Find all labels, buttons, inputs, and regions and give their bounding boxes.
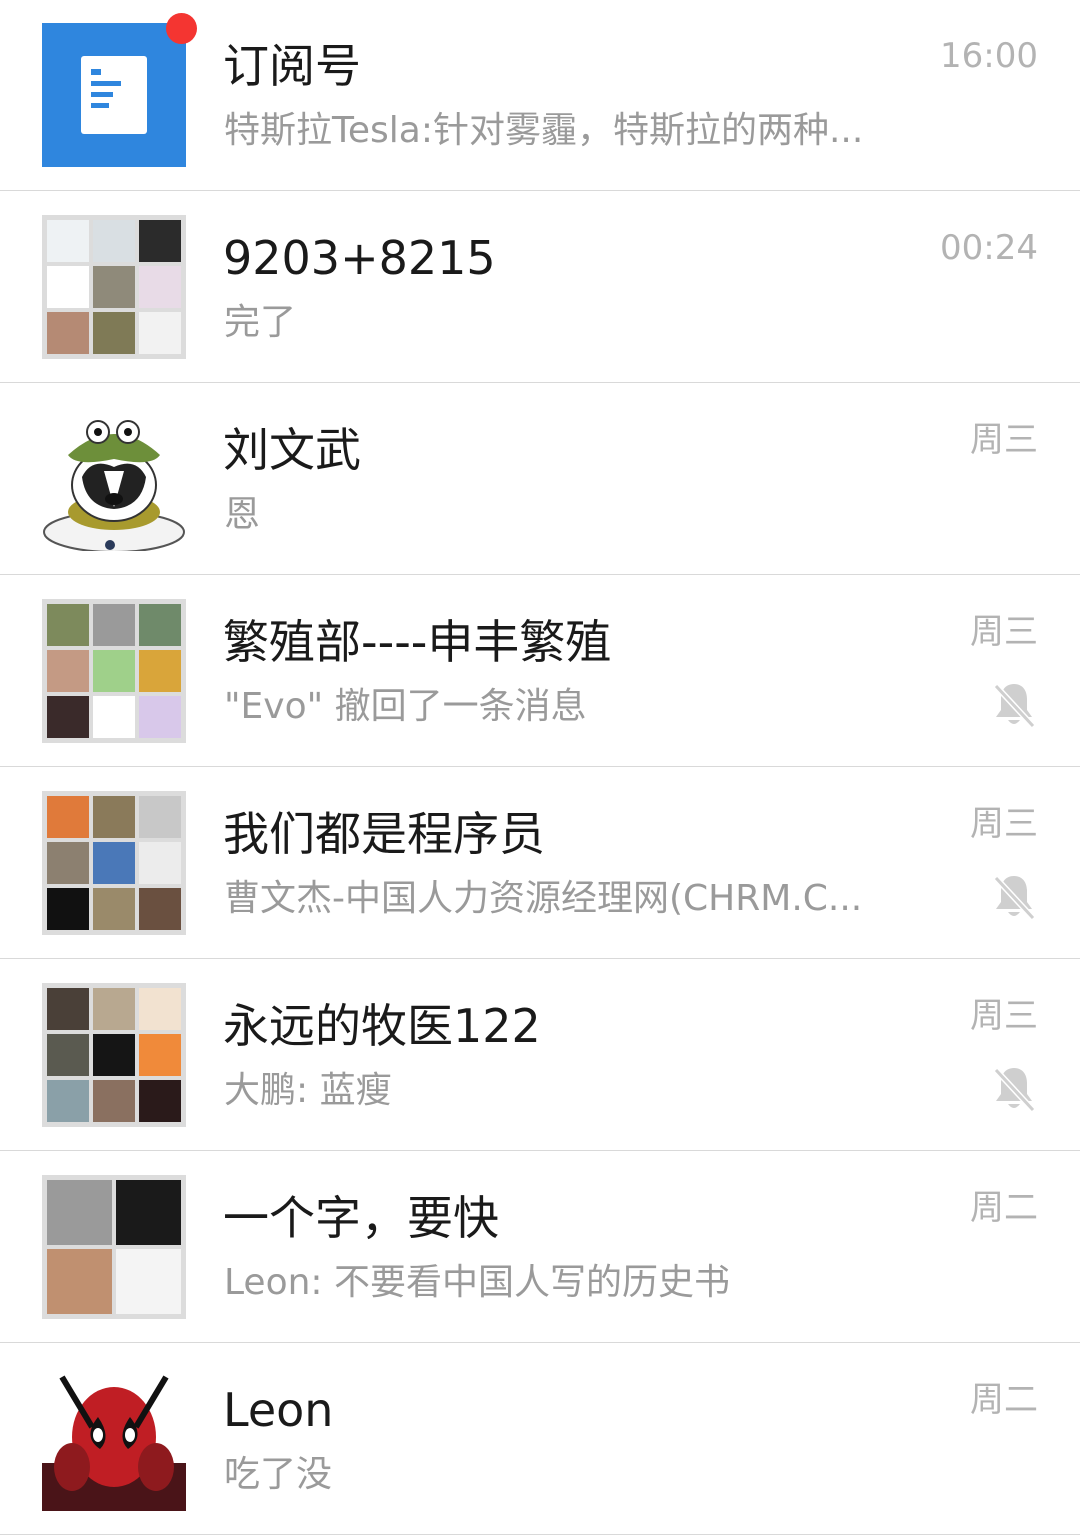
dog-with-frog-hat-avatar bbox=[43, 420, 185, 551]
member-avatar bbox=[139, 266, 181, 308]
divider bbox=[0, 766, 1080, 767]
member-avatar bbox=[47, 888, 89, 930]
member-avatar bbox=[139, 604, 181, 646]
member-avatar bbox=[93, 988, 135, 1030]
group-avatar bbox=[42, 1175, 186, 1319]
member-avatar bbox=[47, 650, 89, 692]
chat-preview: 特斯拉Tesla:针对雾霾，特斯拉的两种... bbox=[224, 110, 864, 151]
chat-preview: 大鹏: 蓝瘦 bbox=[224, 1070, 392, 1111]
chat-row-group[interactable]: 我们都是程序员 曹文杰-中国人力资源经理网(CHRM.C... 周三 bbox=[0, 768, 1080, 959]
avatar bbox=[42, 407, 186, 551]
unread-badge bbox=[166, 13, 197, 44]
group-avatar bbox=[42, 215, 186, 359]
chat-row-group[interactable]: 永远的牧医122 大鹏: 蓝瘦 周三 bbox=[0, 960, 1080, 1151]
chat-row-group[interactable]: 一个字，要快 Leon: 不要看中国人写的历史书 周二 bbox=[0, 1152, 1080, 1343]
chat-preview: 吃了没 bbox=[224, 1454, 333, 1495]
chat-preview: 完了 bbox=[224, 302, 297, 343]
chat-time: 16:00 bbox=[940, 36, 1038, 76]
divider bbox=[0, 190, 1080, 191]
member-avatar bbox=[116, 1249, 181, 1314]
chat-preview: "Evo" 撤回了一条消息 bbox=[224, 686, 587, 727]
muted-bell-icon bbox=[993, 875, 1036, 921]
chat-preview: 恩 bbox=[224, 494, 261, 535]
member-avatar bbox=[139, 650, 181, 692]
chat-name: 一个字，要快 bbox=[223, 1191, 499, 1245]
chat-preview: Leon: 不要看中国人写的历史书 bbox=[224, 1262, 730, 1303]
divider bbox=[0, 1534, 1080, 1535]
member-avatar bbox=[139, 796, 181, 838]
member-avatar bbox=[93, 266, 135, 308]
member-avatar bbox=[47, 1080, 89, 1122]
chat-name: Leon bbox=[223, 1383, 334, 1437]
divider bbox=[0, 1150, 1080, 1151]
member-avatar bbox=[116, 1180, 181, 1245]
divider bbox=[0, 382, 1080, 383]
member-avatar bbox=[47, 1249, 112, 1314]
member-avatar bbox=[93, 842, 135, 884]
chat-row-contact[interactable]: 刘文武 恩 周三 bbox=[0, 384, 1080, 575]
member-avatar bbox=[93, 220, 135, 262]
chat-row-contact[interactable]: Leon 吃了没 周二 bbox=[0, 1344, 1080, 1535]
chat-list: 订阅号 特斯拉Tesla:针对雾霾，特斯拉的两种... 16:00 9203+8… bbox=[0, 0, 1080, 1538]
group-avatar bbox=[42, 791, 186, 935]
member-avatar bbox=[93, 312, 135, 354]
member-avatar bbox=[139, 842, 181, 884]
chat-row-group[interactable]: 9203+8215 完了 00:24 bbox=[0, 192, 1080, 383]
chat-time: 周三 bbox=[970, 996, 1038, 1036]
member-avatar bbox=[93, 1080, 135, 1122]
muted-bell-icon bbox=[993, 1067, 1036, 1113]
member-avatar bbox=[93, 888, 135, 930]
member-avatar bbox=[139, 1034, 181, 1076]
member-avatar bbox=[47, 220, 89, 262]
member-avatar bbox=[47, 1180, 112, 1245]
chat-time: 周二 bbox=[970, 1188, 1038, 1228]
chat-row-group[interactable]: 繁殖部----申丰繁殖 "Evo" 撤回了一条消息 周三 bbox=[0, 576, 1080, 767]
member-avatar bbox=[139, 988, 181, 1030]
chat-name: 永远的牧医122 bbox=[223, 999, 541, 1053]
member-avatar bbox=[47, 266, 89, 308]
chat-name: 9203+8215 bbox=[223, 231, 496, 285]
chat-time: 周三 bbox=[970, 420, 1038, 460]
member-avatar bbox=[47, 696, 89, 738]
deadpool-avatar bbox=[42, 1367, 186, 1511]
chat-time: 周三 bbox=[970, 612, 1038, 652]
avatar bbox=[42, 23, 186, 167]
member-avatar bbox=[139, 888, 181, 930]
chat-name: 订阅号 bbox=[223, 39, 361, 93]
group-avatar bbox=[42, 983, 186, 1127]
member-avatar bbox=[139, 312, 181, 354]
muted-bell-icon bbox=[993, 683, 1036, 729]
member-avatar bbox=[139, 1080, 181, 1122]
member-avatar bbox=[139, 696, 181, 738]
divider bbox=[0, 1342, 1080, 1343]
chat-row-subscriptions[interactable]: 订阅号 特斯拉Tesla:针对雾霾，特斯拉的两种... 16:00 bbox=[0, 0, 1080, 191]
group-avatar bbox=[42, 599, 186, 743]
document-list-icon bbox=[81, 56, 147, 134]
chat-time: 00:24 bbox=[940, 228, 1038, 268]
chat-name: 刘文武 bbox=[223, 423, 361, 477]
member-avatar bbox=[47, 842, 89, 884]
member-avatar bbox=[47, 604, 89, 646]
member-avatar bbox=[93, 796, 135, 838]
member-avatar bbox=[139, 220, 181, 262]
divider bbox=[0, 574, 1080, 575]
chat-time: 周三 bbox=[970, 804, 1038, 844]
chat-name: 繁殖部----申丰繁殖 bbox=[223, 615, 612, 669]
member-avatar bbox=[93, 696, 135, 738]
member-avatar bbox=[93, 1034, 135, 1076]
member-avatar bbox=[93, 604, 135, 646]
member-avatar bbox=[47, 1034, 89, 1076]
divider bbox=[0, 958, 1080, 959]
member-avatar bbox=[47, 988, 89, 1030]
avatar bbox=[42, 1367, 186, 1511]
chat-preview: 曹文杰-中国人力资源经理网(CHRM.C... bbox=[224, 878, 863, 919]
chat-name: 我们都是程序员 bbox=[223, 807, 545, 861]
member-avatar bbox=[47, 796, 89, 838]
chat-time: 周二 bbox=[970, 1380, 1038, 1420]
member-avatar bbox=[47, 312, 89, 354]
member-avatar bbox=[93, 650, 135, 692]
